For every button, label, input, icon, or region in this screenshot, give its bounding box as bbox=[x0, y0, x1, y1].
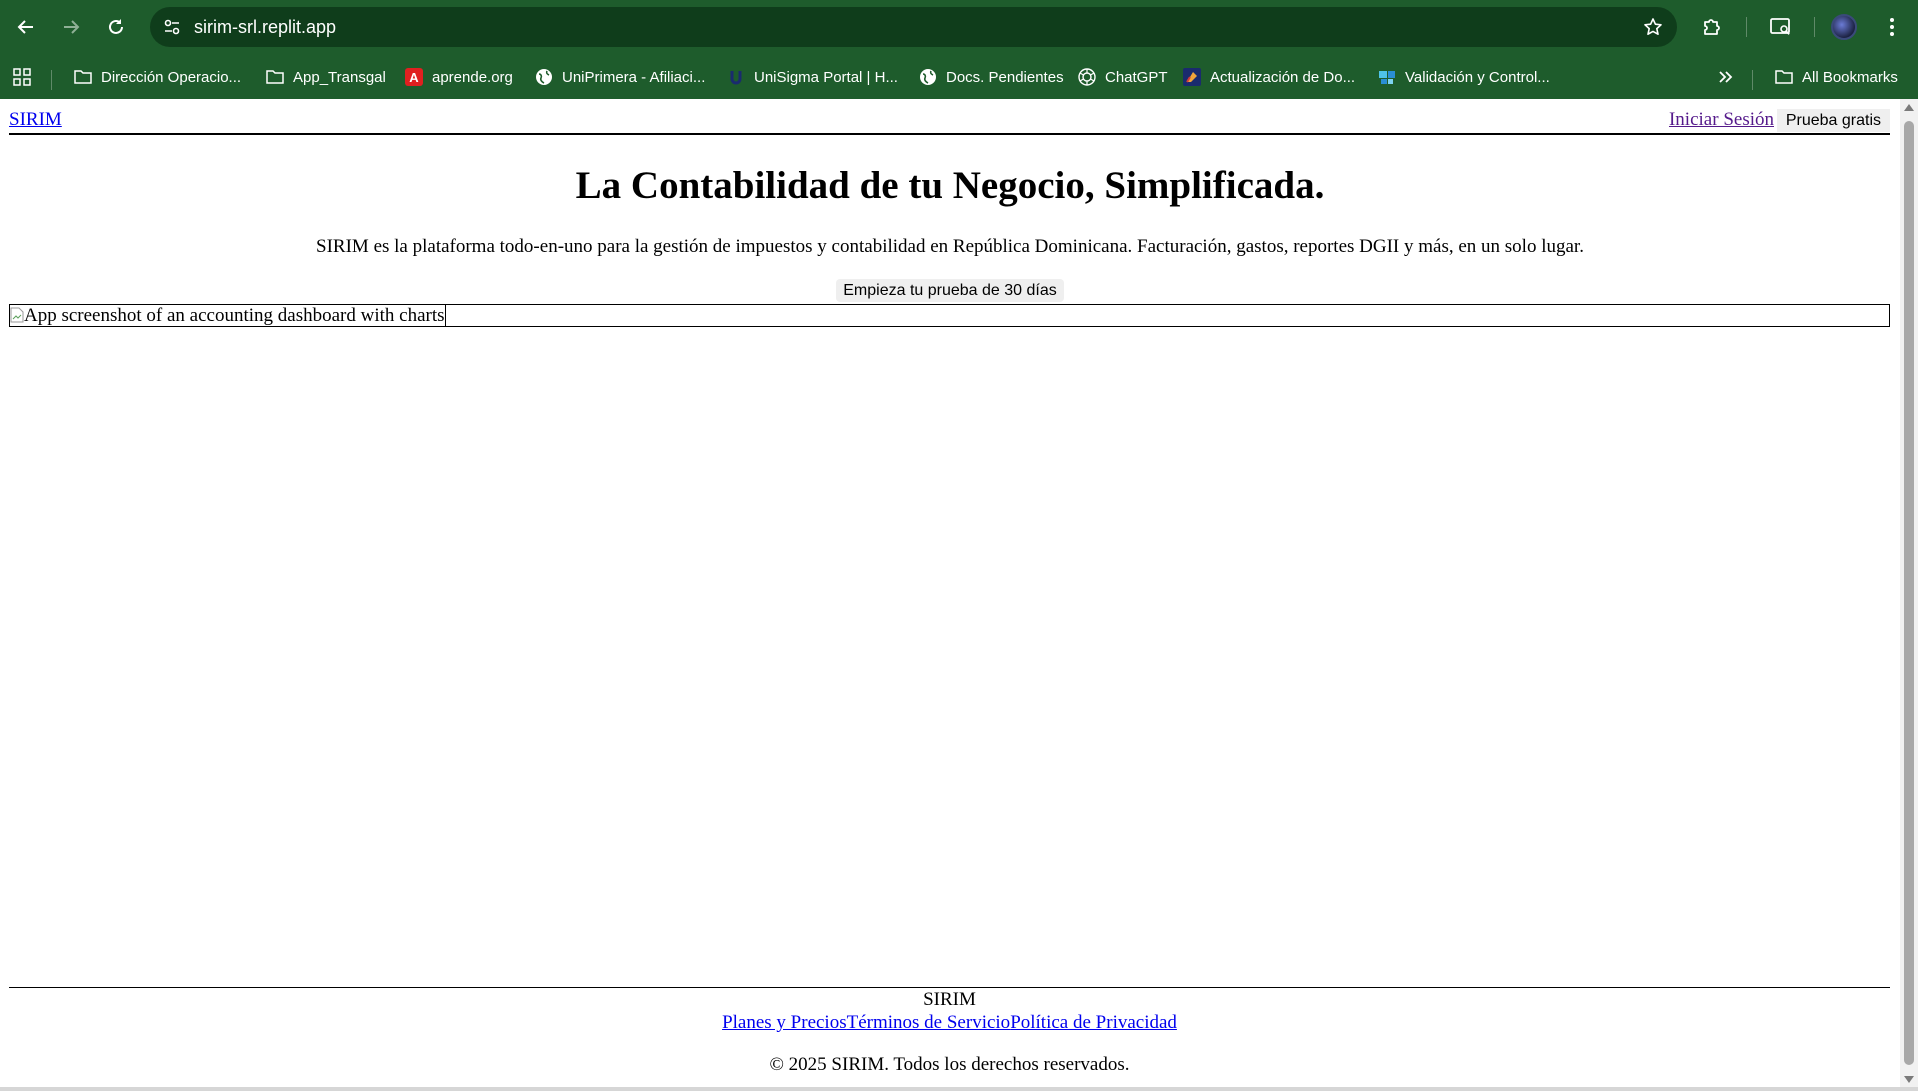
bookmark-label: App_Transgal bbox=[293, 68, 386, 86]
menu-kebab-icon[interactable] bbox=[1874, 9, 1910, 45]
bookmarks-divider bbox=[1752, 70, 1753, 90]
aprende-logo-icon: A bbox=[405, 68, 423, 86]
horizontal-scrollbar[interactable] bbox=[0, 1087, 1918, 1091]
svg-text:A: A bbox=[409, 70, 419, 85]
folder-icon bbox=[266, 68, 284, 86]
tab-search-icon[interactable] bbox=[1763, 9, 1799, 45]
image-alt-text: App screenshot of an accounting dashboar… bbox=[24, 305, 445, 326]
bookmark-label: Dirección Operacio... bbox=[101, 68, 242, 86]
forward-arrow-icon bbox=[64, 20, 80, 34]
bookmark-item[interactable]: Actualización de Do... bbox=[1183, 63, 1355, 91]
scroll-up-arrow-icon[interactable] bbox=[1904, 104, 1914, 111]
all-bookmarks-folder[interactable]: All Bookmarks bbox=[1775, 63, 1898, 91]
folder-icon bbox=[1775, 68, 1793, 86]
back-button[interactable] bbox=[8, 9, 44, 45]
bookmark-item[interactable]: App_Transgal bbox=[266, 63, 386, 91]
reload-button[interactable] bbox=[98, 9, 134, 45]
bookmark-item[interactable]: Dirección Operacio... bbox=[74, 63, 241, 91]
bookmark-item[interactable]: UniSigma Portal | H... bbox=[727, 63, 898, 91]
bookmark-item[interactable]: Validación y Control... bbox=[1378, 63, 1550, 91]
site-header: SIRIM Iniciar Sesión Prueba gratis bbox=[9, 109, 1890, 135]
globe-icon bbox=[919, 68, 937, 86]
forward-button[interactable] bbox=[53, 9, 89, 45]
bookmark-label: ChatGPT bbox=[1105, 68, 1168, 86]
address-bar[interactable]: sirim-srl.replit.app bbox=[150, 7, 1677, 47]
bookmark-star-icon[interactable] bbox=[1641, 15, 1665, 39]
reload-icon bbox=[109, 19, 123, 34]
login-link[interactable]: Iniciar Sesión bbox=[1669, 109, 1774, 131]
url-text[interactable]: sirim-srl.replit.app bbox=[194, 7, 336, 47]
bookmark-label: UniPrimera - Afiliaci... bbox=[562, 68, 706, 86]
start-trial-button[interactable]: Empieza tu prueba de 30 días bbox=[836, 279, 1064, 302]
browser-chrome: sirim-srl.replit.app Dirección Operacio.… bbox=[0, 0, 1918, 99]
bookmarks-divider bbox=[51, 70, 52, 90]
toolbar-divider bbox=[1746, 17, 1747, 37]
broken-image-icon bbox=[10, 307, 24, 323]
bookmark-item[interactable]: UniPrimera - Afiliaci... bbox=[535, 63, 705, 91]
bookmark-label: Docs. Pendientes bbox=[946, 68, 1064, 86]
more-bookmarks-chevron-icon[interactable] bbox=[1718, 63, 1734, 91]
cta-container: Empieza tu prueba de 30 días bbox=[0, 279, 1900, 302]
hero-subtitle: SIRIM es la plataforma todo-en-uno para … bbox=[316, 236, 1584, 257]
footer-links: Planes y PreciosTérminos de ServicioPolí… bbox=[9, 1012, 1890, 1034]
toolbar-divider bbox=[1814, 17, 1815, 37]
site-info-icon[interactable] bbox=[160, 15, 184, 39]
bookmark-item[interactable]: A aprende.org bbox=[405, 63, 513, 91]
browser-toolbar: sirim-srl.replit.app bbox=[0, 0, 1918, 54]
validation-app-icon bbox=[1378, 68, 1396, 86]
web-page: SIRIM Iniciar Sesión Prueba gratis La Co… bbox=[0, 99, 1900, 1087]
bookmark-item[interactable]: Docs. Pendientes bbox=[919, 63, 1064, 91]
bookmark-item[interactable]: ChatGPT bbox=[1078, 63, 1168, 91]
hero-image-frame: App screenshot of an accounting dashboar… bbox=[9, 304, 1890, 327]
broken-image: App screenshot of an accounting dashboar… bbox=[10, 305, 446, 326]
copyright-text: © 2025 SIRIM. Todos los derechos reserva… bbox=[769, 1054, 1130, 1075]
unisigma-logo-icon bbox=[727, 68, 745, 86]
globe-icon bbox=[535, 68, 553, 86]
bookmark-label: aprende.org bbox=[432, 68, 513, 86]
hero-title: La Contabilidad de tu Negocio, Simplific… bbox=[575, 164, 1325, 207]
vertical-scrollbar[interactable] bbox=[1900, 99, 1918, 1087]
folder-icon bbox=[74, 68, 92, 86]
footer-brand: SIRIM bbox=[923, 989, 976, 1010]
pricing-link[interactable]: Planes y Precios bbox=[722, 1012, 847, 1033]
terms-link[interactable]: Términos de Servicio bbox=[847, 1012, 1011, 1033]
privacy-link[interactable]: Política de Privacidad bbox=[1010, 1012, 1177, 1033]
doc-app-icon bbox=[1183, 68, 1201, 86]
extensions-icon[interactable] bbox=[1694, 9, 1730, 45]
bookmark-label: Actualización de Do... bbox=[1210, 68, 1356, 86]
free-trial-button[interactable]: Prueba gratis bbox=[1776, 109, 1890, 132]
all-bookmarks-label: All Bookmarks bbox=[1802, 68, 1898, 86]
site-footer: SIRIM Planes y PreciosTérminos de Servic… bbox=[9, 987, 1890, 1076]
scroll-down-arrow-icon[interactable] bbox=[1904, 1076, 1914, 1083]
bookmark-label: Validación y Control... bbox=[1405, 68, 1550, 86]
profile-avatar[interactable] bbox=[1831, 14, 1857, 40]
scrollbar-thumb[interactable] bbox=[1904, 121, 1914, 1065]
bookmarks-bar: Dirección Operacio... App_Transgal A apr… bbox=[0, 54, 1918, 99]
bookmark-label: UniSigma Portal | H... bbox=[754, 68, 898, 86]
back-arrow-icon bbox=[17, 20, 33, 34]
apps-grid-icon[interactable] bbox=[13, 63, 31, 91]
chatgpt-icon bbox=[1078, 68, 1096, 86]
logo-link[interactable]: SIRIM bbox=[9, 109, 62, 131]
